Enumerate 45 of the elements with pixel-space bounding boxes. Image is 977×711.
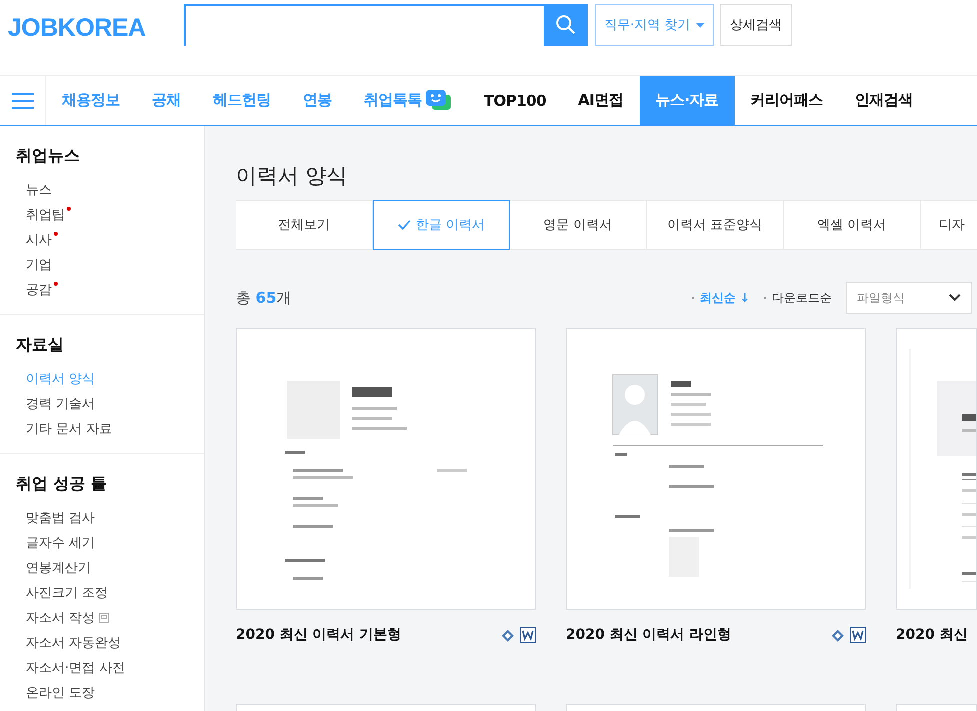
sidebar-item[interactable]: 취업팁	[26, 206, 65, 224]
category-tab[interactable]: 디자	[921, 200, 977, 250]
word-file-icon[interactable]	[850, 627, 866, 643]
sidebar-item[interactable]: 자소서 작성	[26, 608, 96, 626]
resume-title[interactable]: 2020 최신 이력서 기본형	[236, 626, 402, 644]
sidebar-item[interactable]: 글자수 세기	[26, 534, 96, 552]
category-tab[interactable]: 엑셀 이력서	[784, 200, 921, 250]
detail-search-button[interactable]: 상세검색	[720, 4, 792, 46]
sidebar-item[interactable]: 자소서 자동완성	[26, 634, 122, 652]
word-file-icon[interactable]	[520, 627, 536, 643]
sidebar-item[interactable]: 시사	[26, 230, 52, 248]
sidebar-item[interactable]: 기업	[26, 256, 52, 274]
sidebar-item[interactable]: 경력 기술서	[26, 394, 96, 412]
category-tab[interactable]: 전체보기	[236, 200, 373, 250]
sidebar-item[interactable]: 연봉계산기	[26, 558, 91, 576]
search-button[interactable]	[544, 4, 588, 46]
sidebar-item[interactable]: 공감	[26, 280, 52, 298]
chevron-down-icon	[949, 294, 961, 302]
sidebar-heading: 취업 성공 툴	[16, 474, 108, 495]
check-icon	[398, 220, 411, 230]
sidebar-item[interactable]: 맞춤법 검사	[26, 508, 96, 526]
category-tab[interactable]: 이력서 표준양식	[647, 200, 784, 250]
sidebar-heading: 취업뉴스	[16, 146, 81, 167]
nav-tab[interactable]: TOP100	[468, 76, 562, 125]
page-title: 이력서 양식	[236, 163, 349, 190]
chat-icon	[426, 90, 452, 112]
sidebar-item[interactable]: 온라인 도장	[26, 684, 96, 702]
sidebar-item[interactable]: 기타 문서 자료	[26, 420, 112, 438]
sort-option[interactable]: 다운로드순	[772, 290, 832, 306]
category-tab[interactable]: 영문 이력서	[510, 200, 647, 250]
sidebar-item[interactable]: 사진크기 조정	[26, 584, 108, 602]
nav-tab[interactable]: 인재검색	[839, 76, 930, 125]
search-field[interactable]	[184, 4, 544, 46]
file-type-select[interactable]: 파일형식	[846, 282, 972, 314]
resume-title[interactable]: 2020 최신	[896, 626, 968, 644]
resume-title[interactable]: 2020 최신 이력서 라인형	[566, 626, 732, 644]
menu-icon	[12, 92, 34, 108]
sidebar-item[interactable]: 자소서·면접 사전	[26, 658, 126, 676]
search-icon	[556, 15, 576, 35]
sidebar-heading: 자료실	[16, 335, 65, 356]
caret-icon	[696, 22, 705, 28]
nav-tab[interactable]: 커리어패스	[734, 76, 840, 125]
sidebar-item[interactable]: 뉴스	[26, 180, 52, 198]
nav-tab[interactable]: AI면접	[562, 76, 640, 125]
total-count: 총 65개	[236, 288, 292, 308]
